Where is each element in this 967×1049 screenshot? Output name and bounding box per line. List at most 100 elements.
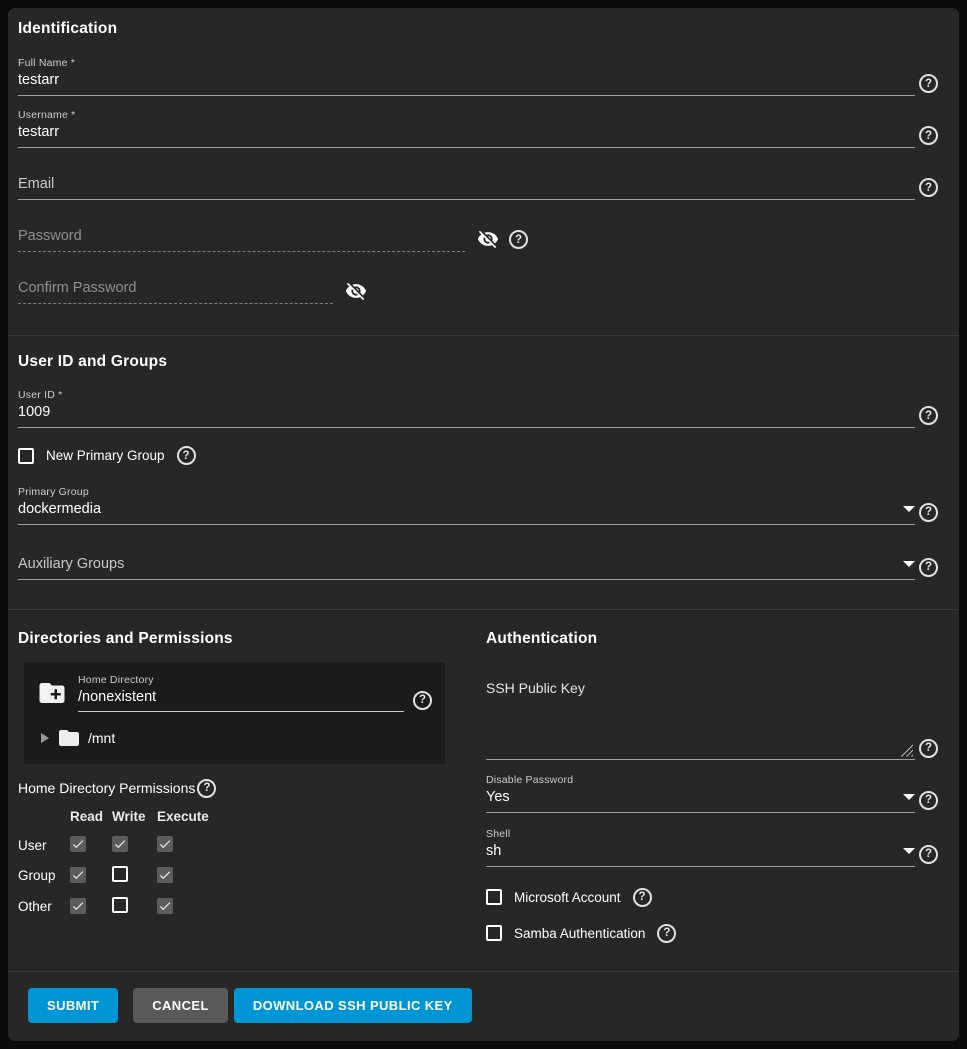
textarea-resize-handle[interactable] — [900, 744, 913, 757]
download-ssh-public-key-button[interactable]: DOWNLOAD SSH PUBLIC KEY — [234, 988, 472, 1023]
username-value[interactable]: testarr — [18, 124, 915, 140]
home-directory-row: Home Directory /nonexistent ? — [37, 674, 432, 712]
ssh-public-key-help-icon[interactable]: ? — [919, 739, 938, 758]
confirm-password-field[interactable] — [18, 280, 333, 304]
home-directory-tree-panel: Home Directory /nonexistent ? /mnt — [24, 662, 445, 764]
username-field[interactable]: Username * testarr — [18, 109, 915, 148]
permissions-row-label: Group — [18, 860, 70, 891]
username-help-icon[interactable]: ? — [919, 126, 938, 145]
new-primary-group-checkbox-row[interactable]: New Primary Group ? — [18, 446, 196, 465]
password-row: ? — [18, 228, 938, 252]
microsoft-account-label: Microsoft Account — [514, 890, 621, 905]
disable-password-select[interactable]: Disable Password Yes — [486, 774, 915, 813]
user-id-help-icon[interactable]: ? — [919, 406, 938, 425]
disable-password-caret-down-icon[interactable] — [903, 794, 915, 800]
user-read-checkbox[interactable] — [70, 836, 86, 852]
samba-authentication-checkbox[interactable] — [486, 925, 502, 941]
user-execute-checkbox[interactable] — [157, 836, 173, 852]
user-write-checkbox[interactable] — [112, 836, 128, 852]
group-read-checkbox[interactable] — [70, 867, 86, 883]
home-directory-field[interactable]: Home Directory /nonexistent — [78, 674, 404, 712]
microsoft-account-checkbox[interactable] — [486, 889, 502, 905]
full-name-label: Full Name * — [18, 57, 915, 69]
user-id-field[interactable]: User ID * 1009 — [18, 389, 915, 428]
email-help-icon[interactable]: ? — [919, 178, 938, 197]
auxiliary-groups-row: Auxiliary Groups ? — [18, 556, 938, 580]
tree-expand-icon[interactable] — [41, 733, 49, 743]
permissions-row-group: Group — [18, 860, 209, 891]
confirm-password-input[interactable] — [18, 280, 333, 296]
permissions-table-body: UserGroupOther — [18, 830, 209, 922]
permissions-row-user: User — [18, 830, 209, 860]
home-directory-help-icon[interactable]: ? — [413, 691, 432, 710]
submit-button[interactable]: SUBMIT — [28, 988, 118, 1023]
disable-password-value[interactable]: Yes — [486, 789, 895, 805]
disable-password-label: Disable Password — [486, 774, 915, 786]
folder-icon — [57, 726, 81, 750]
confirm-password-visibility-off-icon[interactable] — [345, 280, 367, 302]
samba-authentication-label: Samba Authentication — [514, 926, 645, 941]
email-input[interactable] — [18, 176, 915, 192]
permissions-title: Home Directory Permissions — [18, 780, 195, 796]
auxiliary-groups-caret-down-icon[interactable] — [903, 561, 915, 567]
auxiliary-groups-help-icon[interactable]: ? — [919, 558, 938, 577]
group-execute-checkbox[interactable] — [157, 867, 173, 883]
user-id-row: User ID * 1009 ? — [18, 389, 938, 428]
shell-help-icon[interactable]: ? — [919, 845, 938, 864]
new-primary-group-checkbox[interactable] — [18, 448, 34, 464]
user-edit-form-card: Identification Full Name * testarr ? Use… — [8, 8, 959, 1041]
permissions-help-icon[interactable]: ? — [197, 779, 216, 798]
full-name-help-icon[interactable]: ? — [919, 74, 938, 93]
full-name-value[interactable]: testarr — [18, 72, 915, 88]
full-name-field[interactable]: Full Name * testarr — [18, 57, 915, 96]
ssh-public-key-textarea[interactable] — [486, 696, 915, 760]
password-field[interactable] — [18, 228, 465, 252]
auxiliary-groups-select[interactable]: Auxiliary Groups — [18, 556, 915, 580]
cancel-button[interactable]: CANCEL — [133, 988, 228, 1023]
form-actions: SUBMIT CANCEL DOWNLOAD SSH PUBLIC KEY — [8, 972, 959, 1041]
permissions-row-label: User — [18, 830, 70, 860]
section-directories-permissions: Directories and Permissions Home Directo… — [18, 630, 478, 943]
home-directory-value[interactable]: /nonexistent — [78, 689, 404, 705]
shell-label: Shell — [486, 828, 915, 840]
new-primary-group-help-icon[interactable]: ? — [177, 446, 196, 465]
tree-item-label: /mnt — [88, 730, 115, 746]
primary-group-help-icon[interactable]: ? — [919, 503, 938, 522]
auxiliary-groups-placeholder[interactable]: Auxiliary Groups — [18, 556, 895, 572]
microsoft-account-help-icon[interactable]: ? — [633, 888, 652, 907]
new-primary-group-label: New Primary Group — [46, 448, 165, 463]
shell-select[interactable]: Shell sh — [486, 828, 915, 867]
shell-value[interactable]: sh — [486, 843, 895, 859]
shell-row: Shell sh ? — [486, 828, 938, 867]
permissions-col-read: Read — [70, 809, 112, 830]
password-input[interactable] — [18, 228, 465, 244]
email-field[interactable] — [18, 176, 915, 200]
primary-group-value[interactable]: dockermedia — [18, 501, 895, 517]
permissions-row-label: Other — [18, 891, 70, 922]
primary-group-select[interactable]: Primary Group dockermedia — [18, 486, 915, 525]
group-write-checkbox[interactable] — [112, 866, 128, 882]
disable-password-row: Disable Password Yes ? — [486, 774, 938, 813]
password-visibility-off-icon[interactable] — [477, 228, 499, 250]
tree-item-mnt[interactable]: /mnt — [37, 726, 432, 750]
other-read-checkbox[interactable] — [70, 898, 86, 914]
microsoft-account-checkbox-row[interactable]: Microsoft Account ? — [486, 888, 938, 907]
permissions-table: Read Write Execute UserGroupOther — [18, 809, 209, 922]
disable-password-help-icon[interactable]: ? — [919, 791, 938, 810]
shell-caret-down-icon[interactable] — [903, 848, 915, 854]
samba-authentication-checkbox-row[interactable]: Samba Authentication ? — [486, 924, 938, 943]
password-help-icon[interactable]: ? — [509, 230, 528, 249]
user-id-value[interactable]: 1009 — [18, 404, 915, 420]
primary-group-label: Primary Group — [18, 486, 915, 498]
section-user-id-groups: User ID and Groups User ID * 1009 ? New … — [8, 336, 959, 609]
section-authentication: Authentication SSH Public Key ? Disable … — [478, 630, 938, 943]
home-directory-label: Home Directory — [78, 674, 404, 686]
other-execute-checkbox[interactable] — [157, 898, 173, 914]
username-label: Username * — [18, 109, 915, 121]
create-new-folder-icon[interactable] — [37, 678, 67, 708]
directories-title: Directories and Permissions — [18, 630, 478, 648]
primary-group-caret-down-icon[interactable] — [903, 506, 915, 512]
permissions-row-other: Other — [18, 891, 209, 922]
samba-authentication-help-icon[interactable]: ? — [657, 924, 676, 943]
other-write-checkbox[interactable] — [112, 897, 128, 913]
